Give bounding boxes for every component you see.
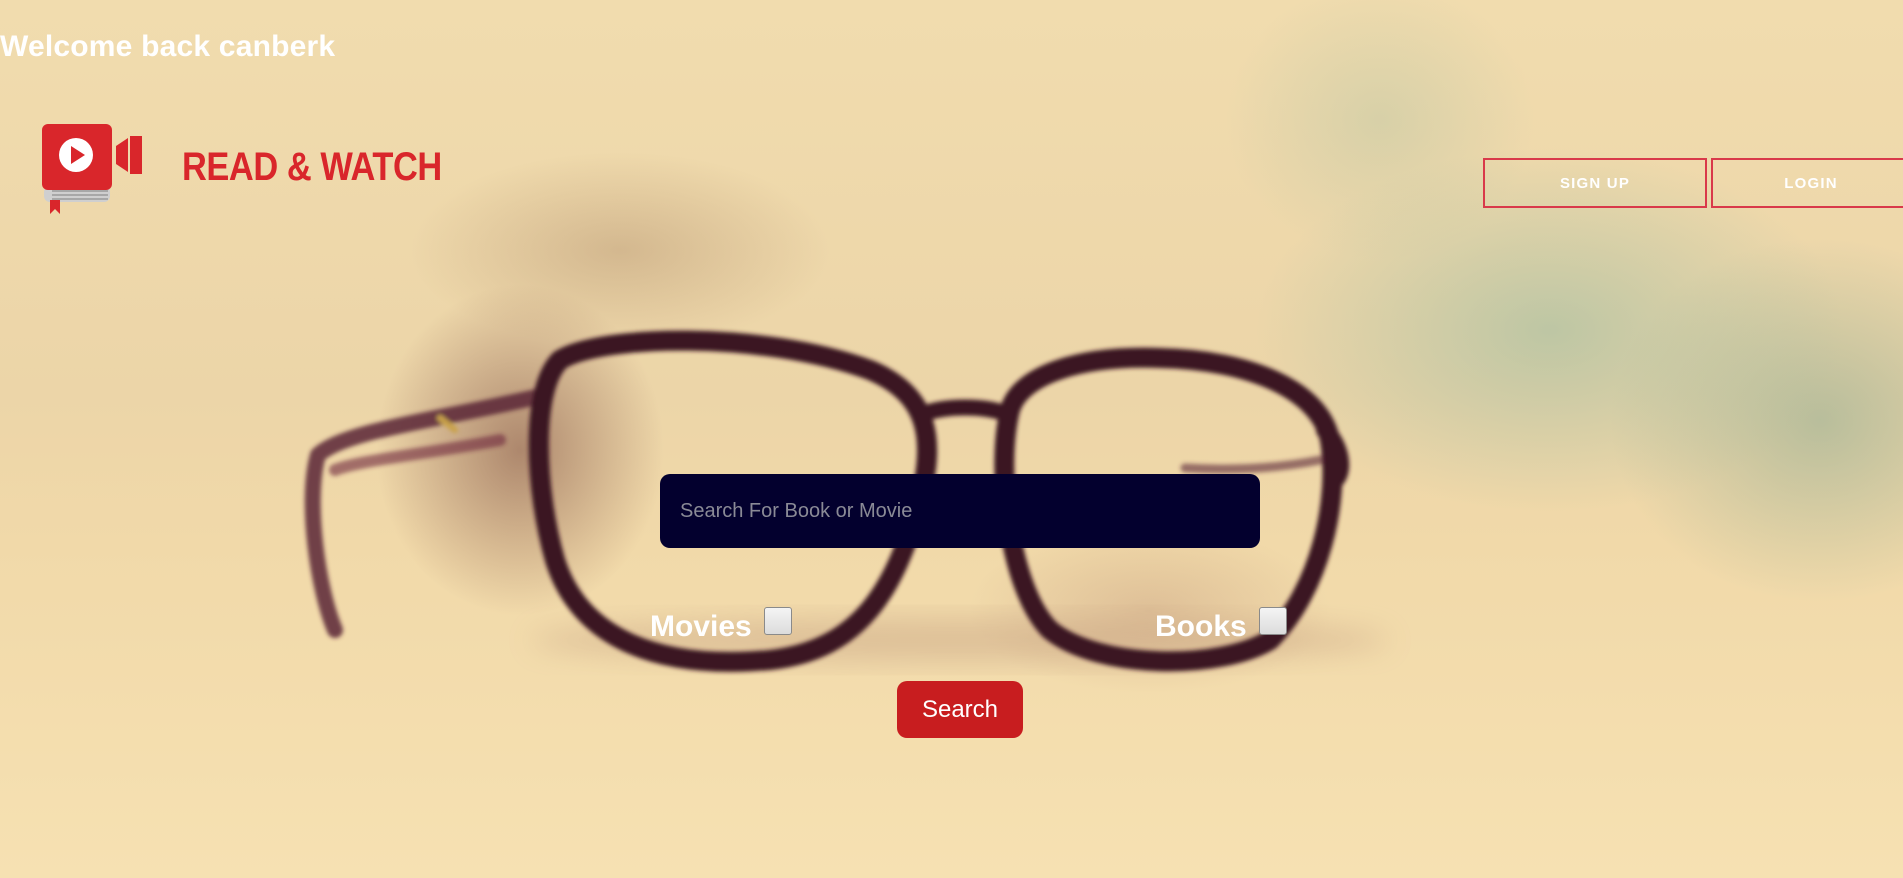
- brand-logo[interactable]: READ & WATCH: [40, 120, 484, 215]
- book-video-camera-logo-icon: [42, 124, 142, 214]
- search-input[interactable]: [660, 474, 1260, 548]
- brand-name: READ & WATCH: [182, 145, 442, 189]
- welcome-message: Welcome back canberk: [0, 30, 336, 63]
- login-button[interactable]: LOGIN: [1711, 158, 1903, 208]
- landing-page: Welcome back canberk READ & WATCH SIGN U…: [0, 0, 1903, 878]
- signup-button[interactable]: SIGN UP: [1483, 158, 1707, 208]
- books-checkbox[interactable]: [1258, 607, 1287, 635]
- movies-checkbox[interactable]: [763, 607, 792, 635]
- movies-label: Movies: [650, 610, 752, 643]
- books-filter: Books: [1155, 598, 1287, 644]
- books-label: Books: [1155, 610, 1247, 643]
- movies-filter: Movies: [650, 598, 792, 644]
- search-button[interactable]: Search: [897, 681, 1023, 738]
